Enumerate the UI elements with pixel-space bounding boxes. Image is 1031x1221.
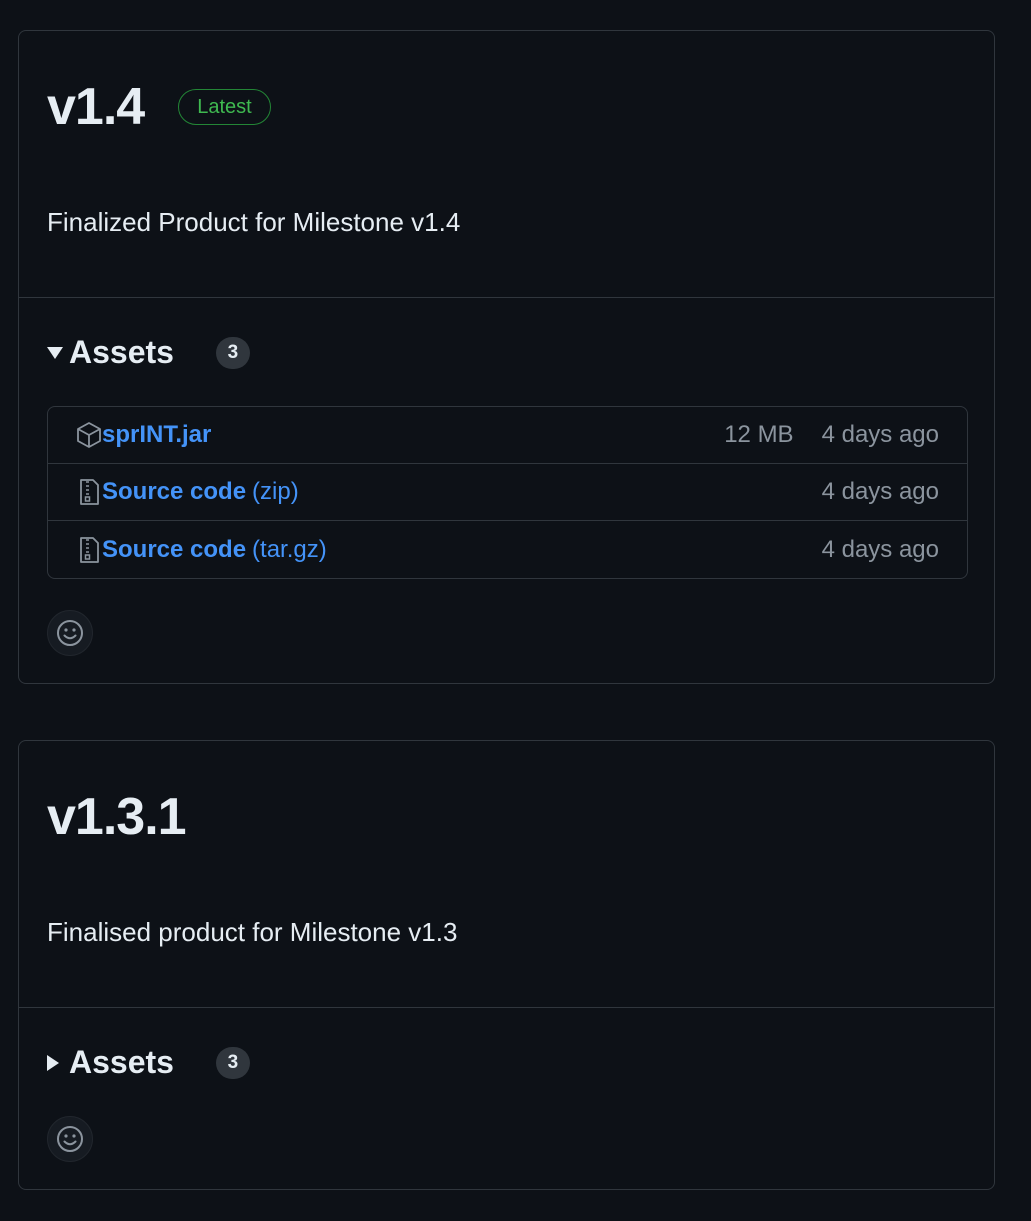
asset-list: sprINT.jar 12 MB 4 days ago Source code …: [47, 406, 968, 579]
assets-heading: Assets: [69, 334, 174, 370]
release-card-v1-4: v1.4 Latest Finalized Product for Milest…: [18, 30, 995, 684]
triangle-down-icon: [47, 346, 63, 359]
assets-toggle[interactable]: Assets 3: [47, 1044, 250, 1081]
release-title[interactable]: v1.4: [47, 81, 145, 133]
latest-badge: Latest: [178, 89, 271, 125]
smiley-icon: [57, 1126, 83, 1152]
add-reaction-button[interactable]: [47, 1116, 93, 1162]
asset-date: 4 days ago: [821, 478, 939, 505]
asset-date: 4 days ago: [821, 421, 939, 448]
asset-link-source-zip[interactable]: Source code: [102, 478, 246, 506]
file-zip-icon: [76, 536, 102, 564]
asset-row: sprINT.jar 12 MB 4 days ago: [48, 407, 967, 464]
assets-toggle[interactable]: Assets 3: [47, 334, 250, 371]
asset-size: 12 MB: [724, 421, 794, 448]
release-description: Finalised product for Milestone v1.3: [47, 917, 458, 947]
asset-ext[interactable]: (tar.gz): [252, 536, 327, 564]
release-description: Finalized Product for Milestone v1.4: [47, 207, 461, 237]
release-title[interactable]: v1.3.1: [47, 791, 187, 843]
file-zip-icon: [76, 478, 102, 506]
release-card-v1-3-1: v1.3.1 Finalised product for Milestone v…: [18, 740, 995, 1190]
assets-count-badge: 3: [215, 336, 250, 369]
triangle-right-icon: [47, 1054, 59, 1071]
asset-date: 4 days ago: [821, 535, 939, 563]
asset-ext[interactable]: (zip): [252, 478, 299, 506]
assets-heading: Assets: [69, 1044, 174, 1080]
asset-link-sprint-jar[interactable]: sprINT.jar: [102, 421, 211, 449]
package-icon: [76, 421, 102, 449]
asset-row: Source code (tar.gz) 4 days ago: [48, 521, 967, 578]
assets-count-badge: 3: [215, 1046, 250, 1079]
asset-link-source-targz[interactable]: Source code: [102, 536, 246, 564]
asset-row: Source code (zip) 4 days ago: [48, 464, 967, 521]
add-reaction-button[interactable]: [47, 610, 93, 656]
smiley-icon: [57, 620, 83, 646]
